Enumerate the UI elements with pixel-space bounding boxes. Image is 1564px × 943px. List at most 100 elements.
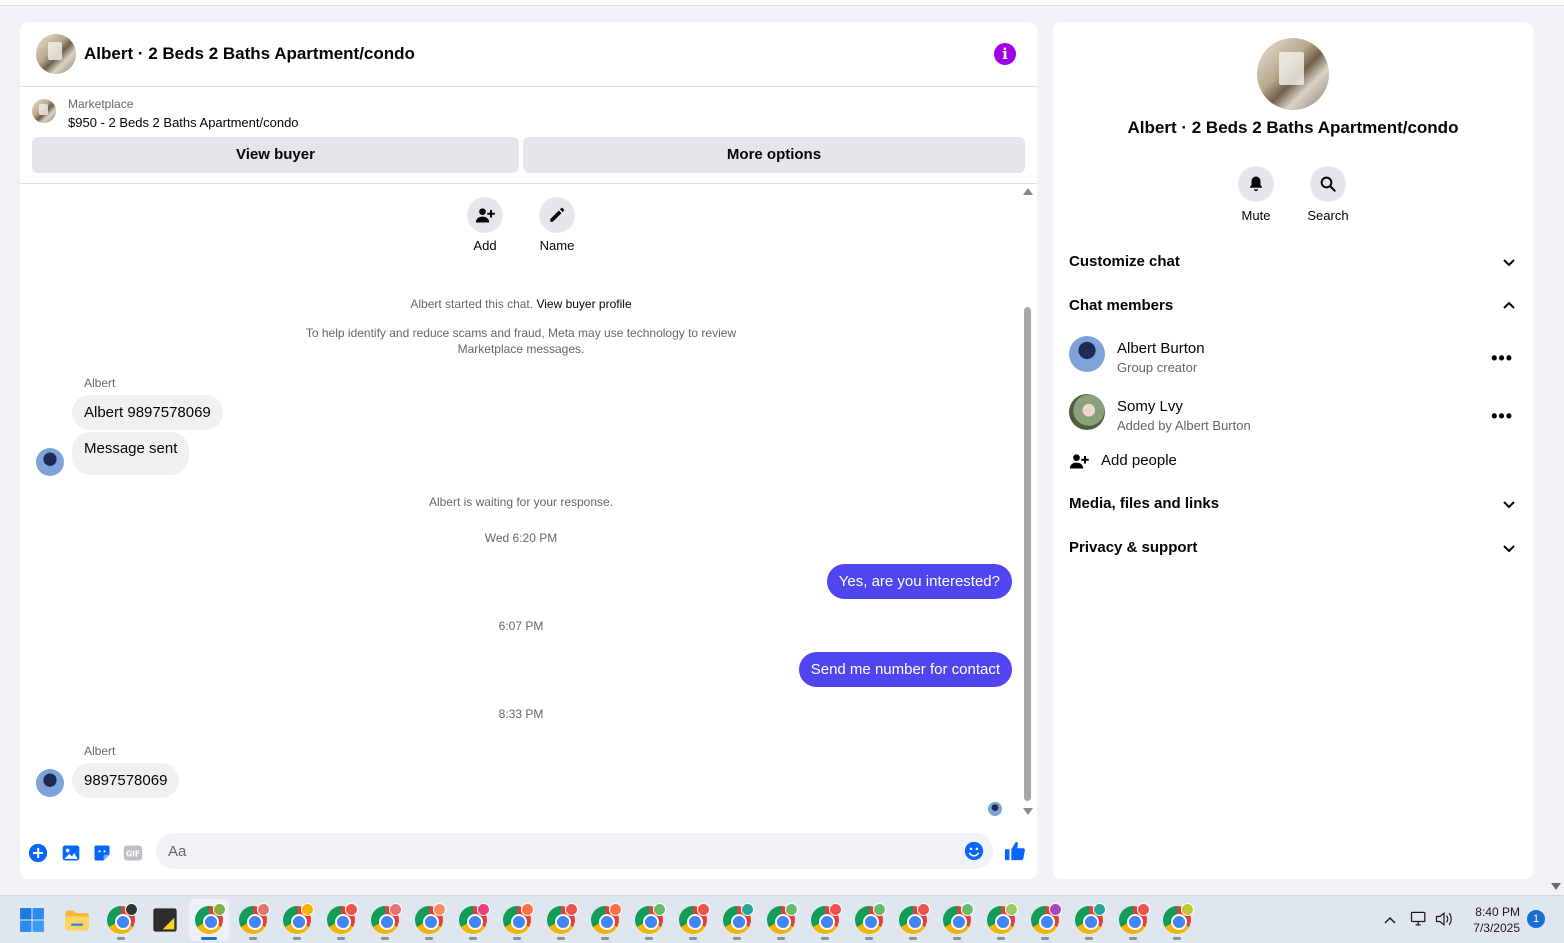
chrome-icon[interactable]	[723, 903, 754, 934]
member-avatar[interactable]	[1069, 336, 1105, 372]
chrome-icon[interactable]	[591, 903, 622, 934]
view-buyer-profile-link[interactable]: View buyer profile	[536, 297, 631, 311]
member-row[interactable]: Albert Burton Group creator •••	[1069, 336, 1517, 384]
outgoing-message[interactable]: Send me number for contact	[798, 652, 1012, 687]
file-explorer-icon[interactable]	[63, 906, 91, 934]
volume-icon[interactable]	[1434, 910, 1454, 928]
chrome-icon[interactable]	[943, 903, 974, 934]
privacy-support-row[interactable]: Privacy & support	[1069, 530, 1517, 566]
chrome-icon[interactable]	[1119, 903, 1150, 934]
sticker-icon[interactable]	[92, 843, 112, 863]
albert-avatar[interactable]	[36, 448, 64, 476]
mute-action[interactable]: Mute	[1221, 166, 1291, 223]
info-icon[interactable]: i	[994, 43, 1016, 65]
outgoing-message[interactable]: Yes, are you interested?	[826, 564, 1012, 599]
customize-chat-row[interactable]: Customize chat	[1069, 244, 1517, 280]
chat-header: Albert · 2 Beds 2 Baths Apartment/condo …	[20, 22, 1037, 87]
chat-avatar[interactable]	[36, 34, 76, 74]
running-indicator	[1041, 937, 1049, 940]
chrome-icon[interactable]	[1031, 903, 1062, 934]
info-title: Albert · 2 Beds 2 Baths Apartment/condo	[1127, 118, 1459, 137]
running-indicator	[997, 937, 1005, 940]
incoming-message[interactable]: Message sent	[72, 432, 190, 475]
chrome-icon[interactable]	[503, 903, 534, 934]
waiting-notice: Albert is waiting for your response.	[428, 495, 614, 509]
notification-badge[interactable]: 1	[1527, 910, 1545, 928]
chevron-up-icon[interactable]	[1382, 912, 1398, 928]
search-button[interactable]	[1310, 166, 1346, 202]
member-avatar[interactable]	[1069, 394, 1105, 430]
chrome-icon[interactable]	[107, 903, 138, 934]
add-person-icon	[1069, 454, 1089, 469]
scroll-up-arrow[interactable]	[1023, 188, 1033, 195]
chrome-icon[interactable]	[459, 903, 490, 934]
chrome-icon[interactable]	[679, 903, 710, 934]
chat-members-row[interactable]: Chat members	[1069, 288, 1517, 324]
plus-circle-icon[interactable]	[28, 843, 48, 863]
more-options-button[interactable]: More options	[523, 137, 1025, 173]
view-buyer-button[interactable]: View buyer	[32, 137, 519, 173]
name-chat-button[interactable]	[539, 197, 575, 233]
add-member-button[interactable]	[467, 197, 503, 233]
photo-icon[interactable]	[61, 843, 81, 863]
chat-title[interactable]: Albert · 2 Beds 2 Baths Apartment/condo	[84, 44, 415, 64]
chrome-icon[interactable]	[371, 903, 402, 934]
chevron-down-icon	[1503, 545, 1515, 553]
chrome-icon[interactable]	[855, 903, 886, 934]
running-indicator	[1129, 937, 1137, 940]
message-input[interactable]	[168, 833, 958, 869]
running-indicator	[513, 937, 521, 940]
name-label: Name	[539, 238, 575, 253]
running-indicator	[777, 937, 785, 940]
more-options-icon[interactable]: •••	[1491, 406, 1513, 427]
page-scroll-down-arrow[interactable]	[1551, 883, 1561, 890]
running-indicator	[293, 937, 301, 940]
svg-text:GIF: GIF	[126, 849, 140, 858]
marketplace-banner: Marketplace $950 - 2 Beds 2 Baths Apartm…	[20, 87, 1037, 184]
chrome-icon[interactable]	[899, 903, 930, 934]
chrome-icon[interactable]	[1163, 903, 1194, 934]
chrome-icon[interactable]	[1075, 903, 1106, 934]
more-options-icon[interactable]: •••	[1491, 348, 1513, 369]
search-action[interactable]: Search	[1293, 166, 1363, 223]
scroll-down-arrow[interactable]	[1023, 808, 1033, 815]
search-icon	[1320, 176, 1336, 192]
thumbs-up-icon[interactable]	[1004, 840, 1026, 862]
running-indicator	[557, 937, 565, 940]
chrome-icon[interactable]	[635, 903, 666, 934]
running-indicator	[689, 937, 697, 940]
chrome-icon[interactable]	[195, 903, 226, 934]
message-scrollbar[interactable]	[1024, 307, 1031, 801]
gif-icon[interactable]: GIF	[123, 843, 143, 863]
notes-app-icon[interactable]	[151, 906, 179, 934]
chrome-icon[interactable]	[239, 903, 270, 934]
chrome-icon[interactable]	[327, 903, 358, 934]
windows-start-icon[interactable]	[19, 907, 45, 933]
chrome-icon[interactable]	[987, 903, 1018, 934]
chrome-icon[interactable]	[415, 903, 446, 934]
incoming-message[interactable]: Albert 9897578069	[72, 395, 223, 430]
listing-title[interactable]: $950 - 2 Beds 2 Baths Apartment/condo	[68, 115, 299, 130]
running-indicator	[425, 937, 433, 940]
mute-button[interactable]	[1238, 166, 1274, 202]
active-indicator	[201, 937, 217, 940]
emoji-icon[interactable]	[964, 841, 984, 861]
running-indicator	[953, 937, 961, 940]
listing-thumbnail[interactable]	[32, 99, 56, 123]
chrome-icon[interactable]	[547, 903, 578, 934]
chrome-icon[interactable]	[811, 903, 842, 934]
add-people-row[interactable]: Add people	[1069, 448, 1517, 478]
member-row[interactable]: Somy Lvy Added by Albert Burton •••	[1069, 394, 1517, 442]
member-name[interactable]: Somy Lvy	[1117, 398, 1183, 415]
system-clock[interactable]: 8:40 PM 7/3/2025	[1460, 904, 1520, 936]
media-files-row[interactable]: Media, files and links	[1069, 486, 1517, 522]
albert-avatar[interactable]	[36, 769, 64, 797]
chrome-icon[interactable]	[283, 903, 314, 934]
network-icon[interactable]	[1409, 910, 1429, 928]
member-name[interactable]: Albert Burton	[1117, 340, 1205, 357]
chrome-icon[interactable]	[767, 903, 798, 934]
info-avatar[interactable]	[1257, 38, 1329, 110]
scam-disclaimer-line2: Marketplace messages.	[457, 342, 585, 356]
incoming-message[interactable]: 9897578069	[72, 763, 180, 798]
running-indicator	[337, 937, 345, 940]
